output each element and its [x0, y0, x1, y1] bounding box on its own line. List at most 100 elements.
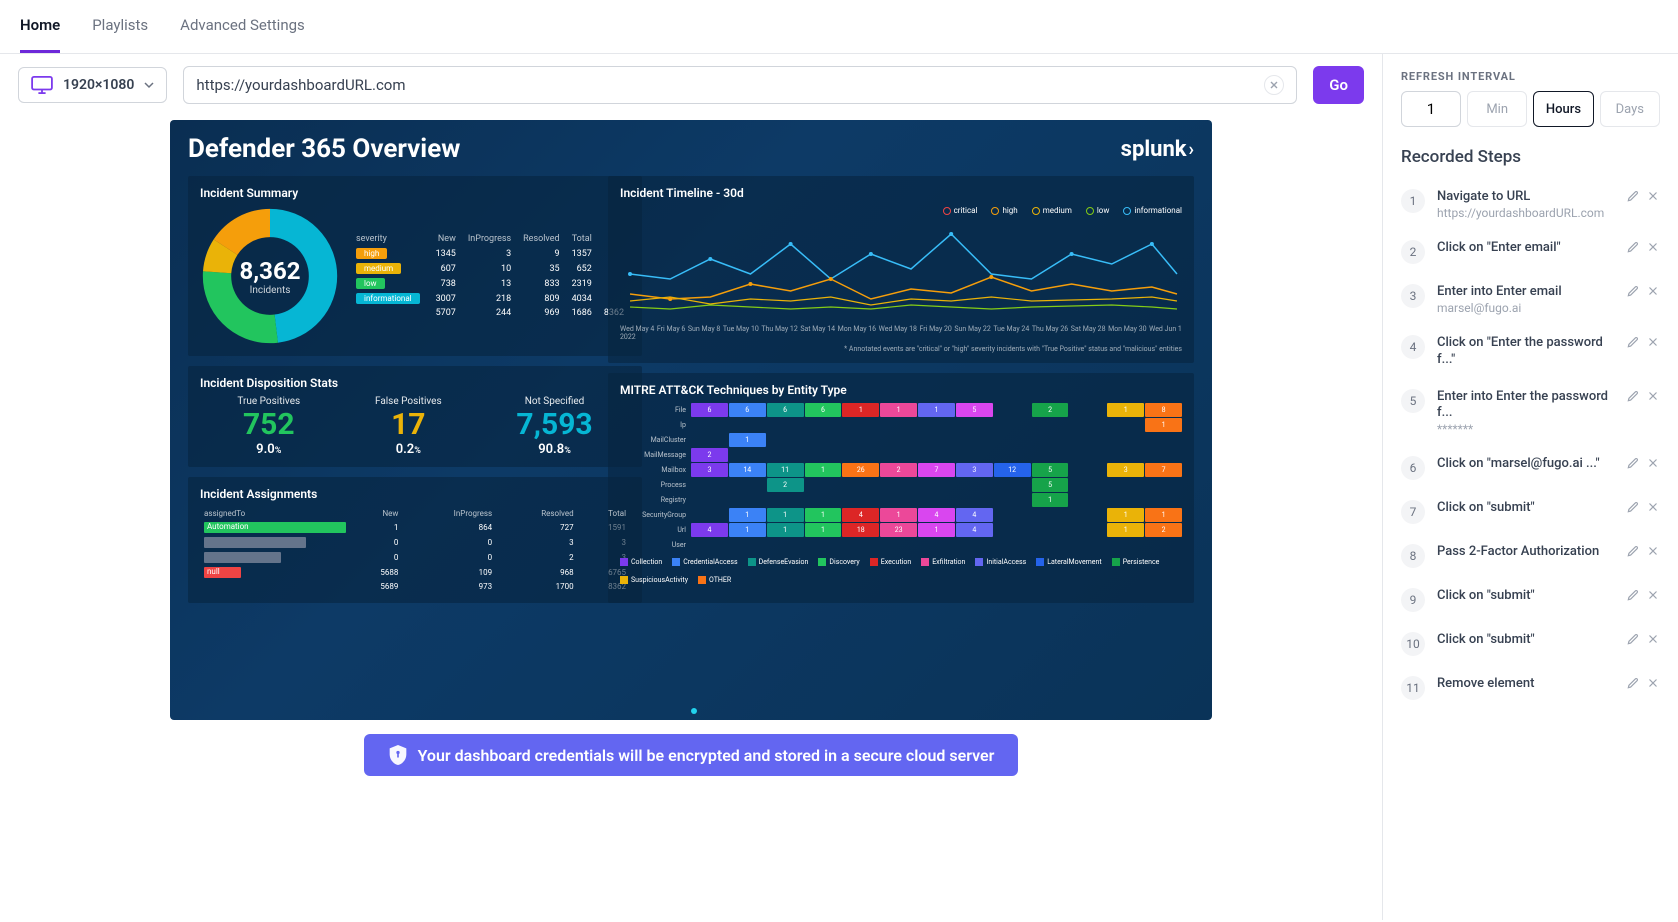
step-item[interactable]: 8 Pass 2-Factor Authorization: [1401, 534, 1660, 578]
url-input[interactable]: [196, 76, 1264, 94]
step-item[interactable]: 2 Click on "Enter email": [1401, 230, 1660, 274]
clear-url-button[interactable]: [1264, 75, 1284, 95]
edit-icon[interactable]: [1626, 456, 1640, 470]
timeline-year: 2022: [620, 333, 1182, 341]
close-icon: [1270, 81, 1278, 89]
close-icon[interactable]: [1646, 389, 1660, 403]
close-icon[interactable]: [1646, 500, 1660, 514]
step-item[interactable]: 5 Enter into Enter the password f... ***…: [1401, 379, 1660, 447]
close-icon[interactable]: [1646, 240, 1660, 254]
chevron-right-icon: ›: [1189, 139, 1194, 160]
close-icon[interactable]: [1646, 676, 1660, 690]
refresh-interval-label: REFRESH INTERVAL: [1401, 70, 1660, 83]
edit-icon[interactable]: [1626, 240, 1640, 254]
close-icon[interactable]: [1646, 588, 1660, 602]
assignments-table: assignedToNewInProgressResolvedTotal Aut…: [200, 507, 630, 593]
dashboard-header: Defender 365 Overview splunk›: [188, 134, 1194, 164]
refresh-interval-input[interactable]: [1401, 91, 1461, 127]
edit-icon[interactable]: [1626, 632, 1640, 646]
url-input-wrapper: [183, 66, 1297, 104]
close-icon[interactable]: [1646, 335, 1660, 349]
tab-home[interactable]: Home: [20, 0, 60, 53]
shield-icon: [388, 744, 408, 766]
step-title: Click on "submit": [1437, 500, 1614, 517]
panel-title: Incident Timeline - 30d: [620, 186, 1182, 200]
step-item[interactable]: 6 Click on "marsel@fugo.ai ...": [1401, 446, 1660, 490]
panel-assignments: Incident Assignments assignedToNewInProg…: [188, 477, 642, 603]
step-item[interactable]: 11 Remove element: [1401, 666, 1660, 710]
mitre-heatmap: File66661115218Ip1MailCluster1MailMessag…: [620, 403, 1182, 552]
edit-icon[interactable]: [1626, 284, 1640, 298]
panel-title: Incident Summary: [200, 186, 630, 200]
tab-advanced-settings[interactable]: Advanced Settings: [180, 0, 305, 53]
edit-icon[interactable]: [1626, 588, 1640, 602]
step-number: 5: [1401, 389, 1425, 413]
resolution-value: 1920×1080: [63, 77, 134, 93]
unit-days-button[interactable]: Days: [1600, 91, 1660, 127]
dashboard-title: Defender 365 Overview: [188, 134, 460, 164]
panel-title: Incident Assignments: [200, 487, 630, 501]
edit-icon[interactable]: [1626, 335, 1640, 349]
step-number: 11: [1401, 676, 1425, 700]
edit-icon[interactable]: [1626, 500, 1640, 514]
pager-indicator: [691, 708, 697, 714]
top-tabs: Home Playlists Advanced Settings: [0, 0, 1678, 54]
brand-text: splunk: [1121, 137, 1187, 162]
panel-timeline: Incident Timeline - 30d criticalhighmedi…: [608, 176, 1194, 363]
close-icon[interactable]: [1646, 284, 1660, 298]
panel-title: Incident Disposition Stats: [200, 376, 630, 390]
step-item[interactable]: 9 Click on "submit": [1401, 578, 1660, 622]
step-subtitle: *******: [1437, 422, 1614, 436]
splunk-logo: splunk›: [1121, 137, 1194, 162]
step-title: Click on "Enter email": [1437, 240, 1614, 257]
timeline-note: * Annotated events are "critical" or "hi…: [620, 345, 1182, 353]
step-number: 2: [1401, 240, 1425, 264]
step-title: Click on "submit": [1437, 632, 1614, 649]
step-number: 4: [1401, 335, 1425, 359]
steps-list: 1 Navigate to URL https://yourdashboardU…: [1401, 179, 1660, 710]
step-title: Remove element: [1437, 676, 1614, 693]
tab-playlists[interactable]: Playlists: [92, 0, 148, 53]
sidebar: REFRESH INTERVAL Min Hours Days Recorded…: [1382, 54, 1678, 920]
panel-title: MITRE ATT&CK Techniques by Entity Type: [620, 383, 1182, 397]
step-title: Click on "submit": [1437, 588, 1614, 605]
step-item[interactable]: 7 Click on "submit": [1401, 490, 1660, 534]
step-title: Enter into Enter email: [1437, 284, 1614, 301]
step-number: 10: [1401, 632, 1425, 656]
close-icon[interactable]: [1646, 632, 1660, 646]
recorded-steps-title: Recorded Steps: [1401, 147, 1660, 167]
step-subtitle: marsel@fugo.ai: [1437, 301, 1614, 315]
edit-icon[interactable]: [1626, 189, 1640, 203]
main-content: 1920×1080 Go Defender 365 Overview splun…: [0, 54, 1382, 920]
step-number: 6: [1401, 456, 1425, 480]
unit-hours-button[interactable]: Hours: [1533, 91, 1593, 127]
step-number: 9: [1401, 588, 1425, 612]
unit-min-button[interactable]: Min: [1467, 91, 1527, 127]
severity-table: severityNewInProgressResolvedTotal high1…: [350, 232, 630, 320]
step-item[interactable]: 4 Click on "Enter the password f...": [1401, 325, 1660, 379]
go-button[interactable]: Go: [1313, 66, 1364, 104]
edit-icon[interactable]: [1626, 389, 1640, 403]
donut-total-label: Incidents: [250, 285, 291, 296]
step-title: Navigate to URL: [1437, 189, 1614, 206]
monitor-icon: [31, 76, 53, 94]
edit-icon[interactable]: [1626, 544, 1640, 558]
step-title: Enter into Enter the password f...: [1437, 389, 1614, 423]
close-icon[interactable]: [1646, 544, 1660, 558]
step-item[interactable]: 10 Click on "submit": [1401, 622, 1660, 666]
step-title: Click on "marsel@fugo.ai ...": [1437, 456, 1614, 473]
chevron-down-icon: [144, 80, 154, 90]
close-icon[interactable]: [1646, 189, 1660, 203]
panel-incident-summary: Incident Summary 8,362 Incident: [188, 176, 642, 356]
close-icon[interactable]: [1646, 456, 1660, 470]
panel-disposition: Incident Disposition Stats True Positive…: [188, 366, 642, 467]
step-number: 3: [1401, 284, 1425, 308]
panel-mitre: MITRE ATT&CK Techniques by Entity Type F…: [608, 373, 1194, 603]
step-item[interactable]: 3 Enter into Enter email marsel@fugo.ai: [1401, 274, 1660, 325]
resolution-select[interactable]: 1920×1080: [18, 67, 167, 103]
step-item[interactable]: 1 Navigate to URL https://yourdashboardU…: [1401, 179, 1660, 230]
edit-icon[interactable]: [1626, 676, 1640, 690]
donut-total-value: 8,362: [240, 257, 301, 285]
incident-donut-chart: 8,362 Incidents: [200, 206, 340, 346]
step-number: 1: [1401, 189, 1425, 213]
